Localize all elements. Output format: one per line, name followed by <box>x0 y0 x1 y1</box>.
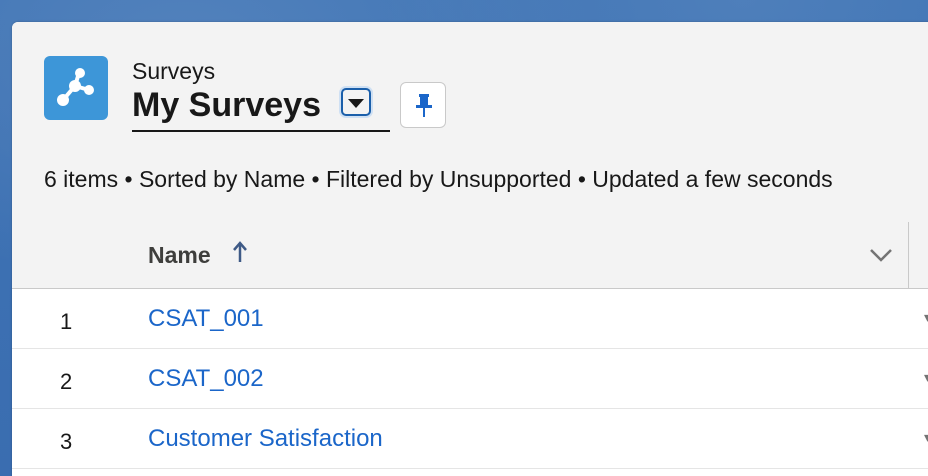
object-label: Surveys <box>132 58 216 84</box>
list-view-selector[interactable]: My Surveys <box>132 86 390 132</box>
list-view-switch-button[interactable] <box>341 88 371 116</box>
caret-down-icon <box>348 99 364 108</box>
pin-icon <box>416 94 432 117</box>
record-link[interactable]: Customer Satisfaction <box>148 425 383 453</box>
row-action-edge[interactable]: ▾ <box>924 429 928 446</box>
table-row: 2 CSAT_002 ▾ <box>12 349 928 409</box>
record-link[interactable]: CSAT_001 <box>148 305 264 333</box>
list-header: Surveys My Surveys 6 items • Sorted by N… <box>12 22 928 223</box>
row-action-edge[interactable]: ▾ <box>924 309 928 326</box>
chevron-down-icon[interactable] <box>868 246 894 264</box>
table-row: 1 CSAT_001 ▾ <box>12 289 928 349</box>
list-info: 6 items • Sorted by Name • Filtered by U… <box>44 166 833 192</box>
pin-list-button[interactable] <box>400 82 446 128</box>
list-view-title: My Surveys <box>132 86 321 124</box>
row-number: 2 <box>60 369 73 394</box>
row-number: 3 <box>60 429 73 454</box>
table-row: 3 Customer Satisfaction ▾ <box>12 409 928 469</box>
list-view-card: Surveys My Surveys 6 items • Sorted by N… <box>12 22 928 476</box>
row-action-edge[interactable]: ▾ <box>924 369 928 386</box>
row-number: 1 <box>60 309 73 334</box>
record-link[interactable]: CSAT_002 <box>148 365 264 393</box>
column-header-name[interactable]: Name <box>148 242 211 269</box>
survey-icon <box>44 56 108 120</box>
column-divider[interactable] <box>908 222 909 288</box>
table-header: Name <box>12 222 928 289</box>
arrow-up-icon[interactable] <box>232 240 248 264</box>
